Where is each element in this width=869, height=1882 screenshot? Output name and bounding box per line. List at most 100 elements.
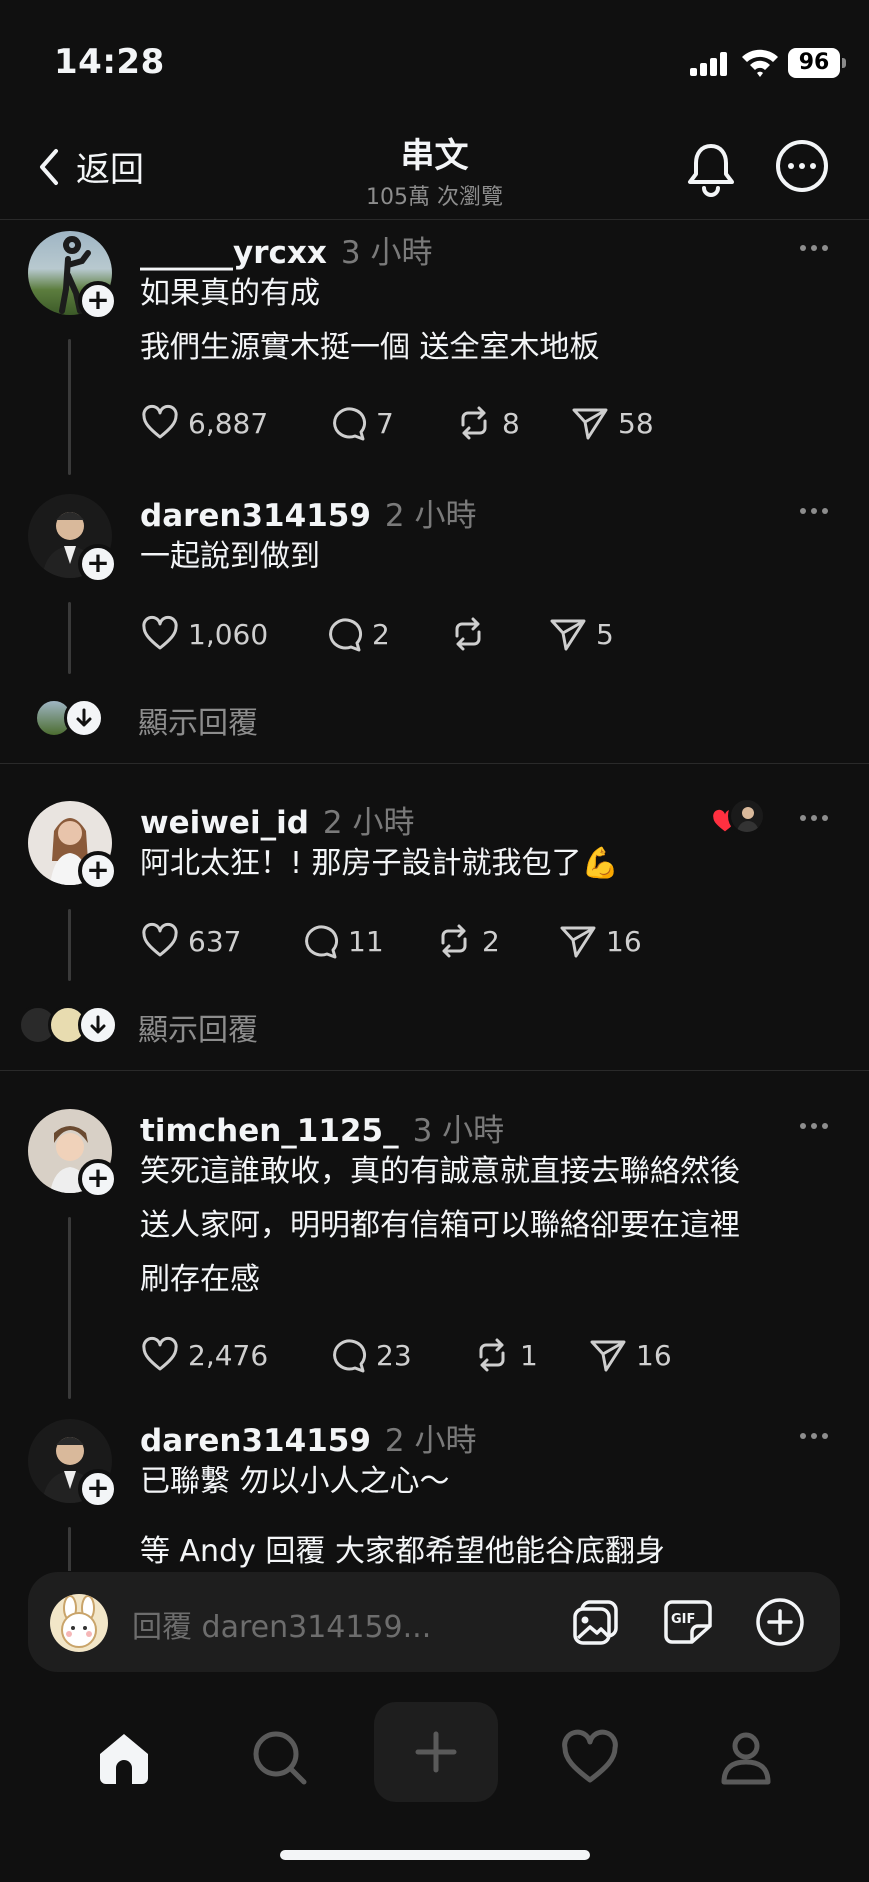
action-row: 637 11 2 16: [140, 921, 642, 961]
comment-count: 2: [372, 617, 390, 651]
image-picker-icon[interactable]: [570, 1596, 622, 1648]
add-circle-icon[interactable]: [754, 1596, 806, 1648]
send-icon: [550, 619, 586, 651]
share-count: 5: [596, 617, 614, 651]
username[interactable]: daren314159: [140, 498, 371, 534]
timestamp: 2 小時: [384, 1423, 477, 1459]
repost-button[interactable]: 1: [472, 1335, 588, 1375]
view-count: 105萬 次瀏覽: [366, 185, 503, 210]
post-text: 笑死這誰敢收，真的有誠意就直接去聯絡然後 送人家阿，明明都有信箱可以聯絡卻要在這…: [140, 1145, 840, 1307]
repost-button[interactable]: 8: [454, 403, 570, 443]
comment-button[interactable]: 2: [324, 614, 448, 654]
post-more-button[interactable]: [800, 1123, 828, 1129]
activity-heart-icon[interactable]: [560, 1728, 620, 1788]
post-more-button[interactable]: [800, 245, 828, 251]
wifi-icon: [742, 49, 778, 77]
reply-composer[interactable]: 回覆 daren314159... GIF: [28, 1572, 840, 1672]
post-line: 刷存在感: [140, 1262, 260, 1297]
repost-count: 2: [482, 924, 500, 958]
share-count: 16: [636, 1338, 672, 1372]
post-more-button[interactable]: [800, 815, 828, 821]
follow-plus-button[interactable]: +: [78, 544, 118, 584]
like-count: 6,887: [188, 406, 269, 440]
home-icon[interactable]: [94, 1728, 154, 1788]
cellular-signal-icon: [690, 52, 730, 76]
reply-feed: + ______yrcxx 3 小時 如果真的有成 我們生源實木挺一個 送全室木地…: [0, 221, 869, 1571]
comment-icon: [305, 925, 339, 959]
follow-plus-button[interactable]: +: [78, 1159, 118, 1199]
repost-icon: [461, 406, 487, 440]
profile-icon[interactable]: [716, 1728, 776, 1788]
arrow-down-icon: [90, 1015, 106, 1034]
timestamp: 3 小時: [340, 235, 433, 271]
show-replies-link[interactable]: 顯示回覆: [138, 698, 258, 742]
username-row: daren314159 2 小時: [140, 490, 477, 535]
username-row: ______yrcxx 3 小時: [140, 227, 432, 272]
status-bar: 14:28 96: [0, 0, 869, 120]
repost-button[interactable]: 2: [434, 921, 558, 961]
follow-plus-button[interactable]: +: [78, 281, 118, 321]
comment-button[interactable]: 11: [300, 921, 434, 961]
send-icon: [590, 1340, 626, 1372]
comment-button[interactable]: 23: [328, 1335, 472, 1375]
action-row: 2,476 23 1 16: [140, 1335, 672, 1375]
like-button[interactable]: 1,060: [140, 614, 324, 654]
follow-plus-button[interactable]: +: [78, 1469, 118, 1509]
comment-count: 7: [376, 406, 394, 440]
heart-icon: [142, 615, 178, 650]
comment-icon: [329, 618, 363, 652]
thread-header: 返回 串文 105萬 次瀏覽: [0, 120, 869, 220]
share-button[interactable]: 16: [588, 1335, 672, 1375]
share-button[interactable]: 58: [570, 403, 654, 443]
comment-count: 11: [348, 924, 384, 958]
post-line: 阿北太狂！! 那房子設計就我包了💪: [140, 846, 619, 881]
like-count: 637: [188, 924, 242, 958]
like-button[interactable]: 2,476: [140, 1335, 328, 1375]
search-icon[interactable]: [250, 1728, 310, 1788]
comment-icon: [333, 407, 367, 441]
username[interactable]: ______yrcxx: [140, 235, 327, 271]
username-row: weiwei_id 2 小時: [140, 797, 414, 842]
username[interactable]: timchen_1125_: [140, 1113, 399, 1149]
bell-icon[interactable]: [684, 140, 738, 198]
post-more-button[interactable]: [800, 1433, 828, 1439]
expand-replies-button[interactable]: [64, 698, 104, 738]
thread-line: [68, 602, 71, 674]
like-button[interactable]: 6,887: [140, 403, 328, 443]
repost-icon: [455, 617, 481, 651]
comment-count: 23: [376, 1338, 412, 1372]
username-row: daren314159 2 小時: [140, 1415, 477, 1460]
thread-line: [68, 1217, 71, 1399]
post-text: 阿北太狂！! 那房子設計就我包了💪: [140, 837, 840, 891]
page-title: 串文: [400, 136, 469, 176]
post-text: 一起說到做到: [140, 530, 840, 584]
username[interactable]: weiwei_id: [140, 805, 309, 841]
show-replies-link[interactable]: 顯示回覆: [138, 1005, 258, 1049]
post-line: 如果真的有成: [140, 276, 320, 311]
post-line: 我們生源實木挺一個 送全室木地板: [140, 330, 600, 365]
comment-button[interactable]: 7: [328, 403, 454, 443]
share-count: 58: [618, 406, 654, 440]
like-button[interactable]: 637: [140, 921, 300, 961]
post-line: 已聯繫 勿以小人之心～: [140, 1464, 450, 1499]
share-count: 16: [606, 924, 642, 958]
gif-icon[interactable]: GIF: [662, 1596, 714, 1648]
repost-button[interactable]: [448, 614, 548, 654]
more-options-button[interactable]: [776, 140, 828, 192]
expand-replies-button[interactable]: [78, 1005, 118, 1045]
my-avatar: [50, 1594, 108, 1652]
username[interactable]: daren314159: [140, 1423, 371, 1459]
action-row: 1,060 2 5: [140, 614, 614, 654]
share-button[interactable]: 16: [558, 921, 642, 961]
battery-icon: 96: [788, 48, 846, 78]
follow-plus-button[interactable]: +: [78, 851, 118, 891]
repost-count: 8: [502, 406, 520, 440]
post-more-button[interactable]: [800, 508, 828, 514]
reply-input[interactable]: 回覆 daren314159...: [132, 1602, 431, 1646]
share-button[interactable]: 5: [548, 614, 614, 654]
heart-icon: [142, 1336, 178, 1371]
create-post-button[interactable]: [374, 1702, 498, 1802]
heart-icon: [142, 922, 178, 957]
svg-text:GIF: GIF: [671, 1612, 695, 1627]
heart-icon: [142, 404, 178, 439]
